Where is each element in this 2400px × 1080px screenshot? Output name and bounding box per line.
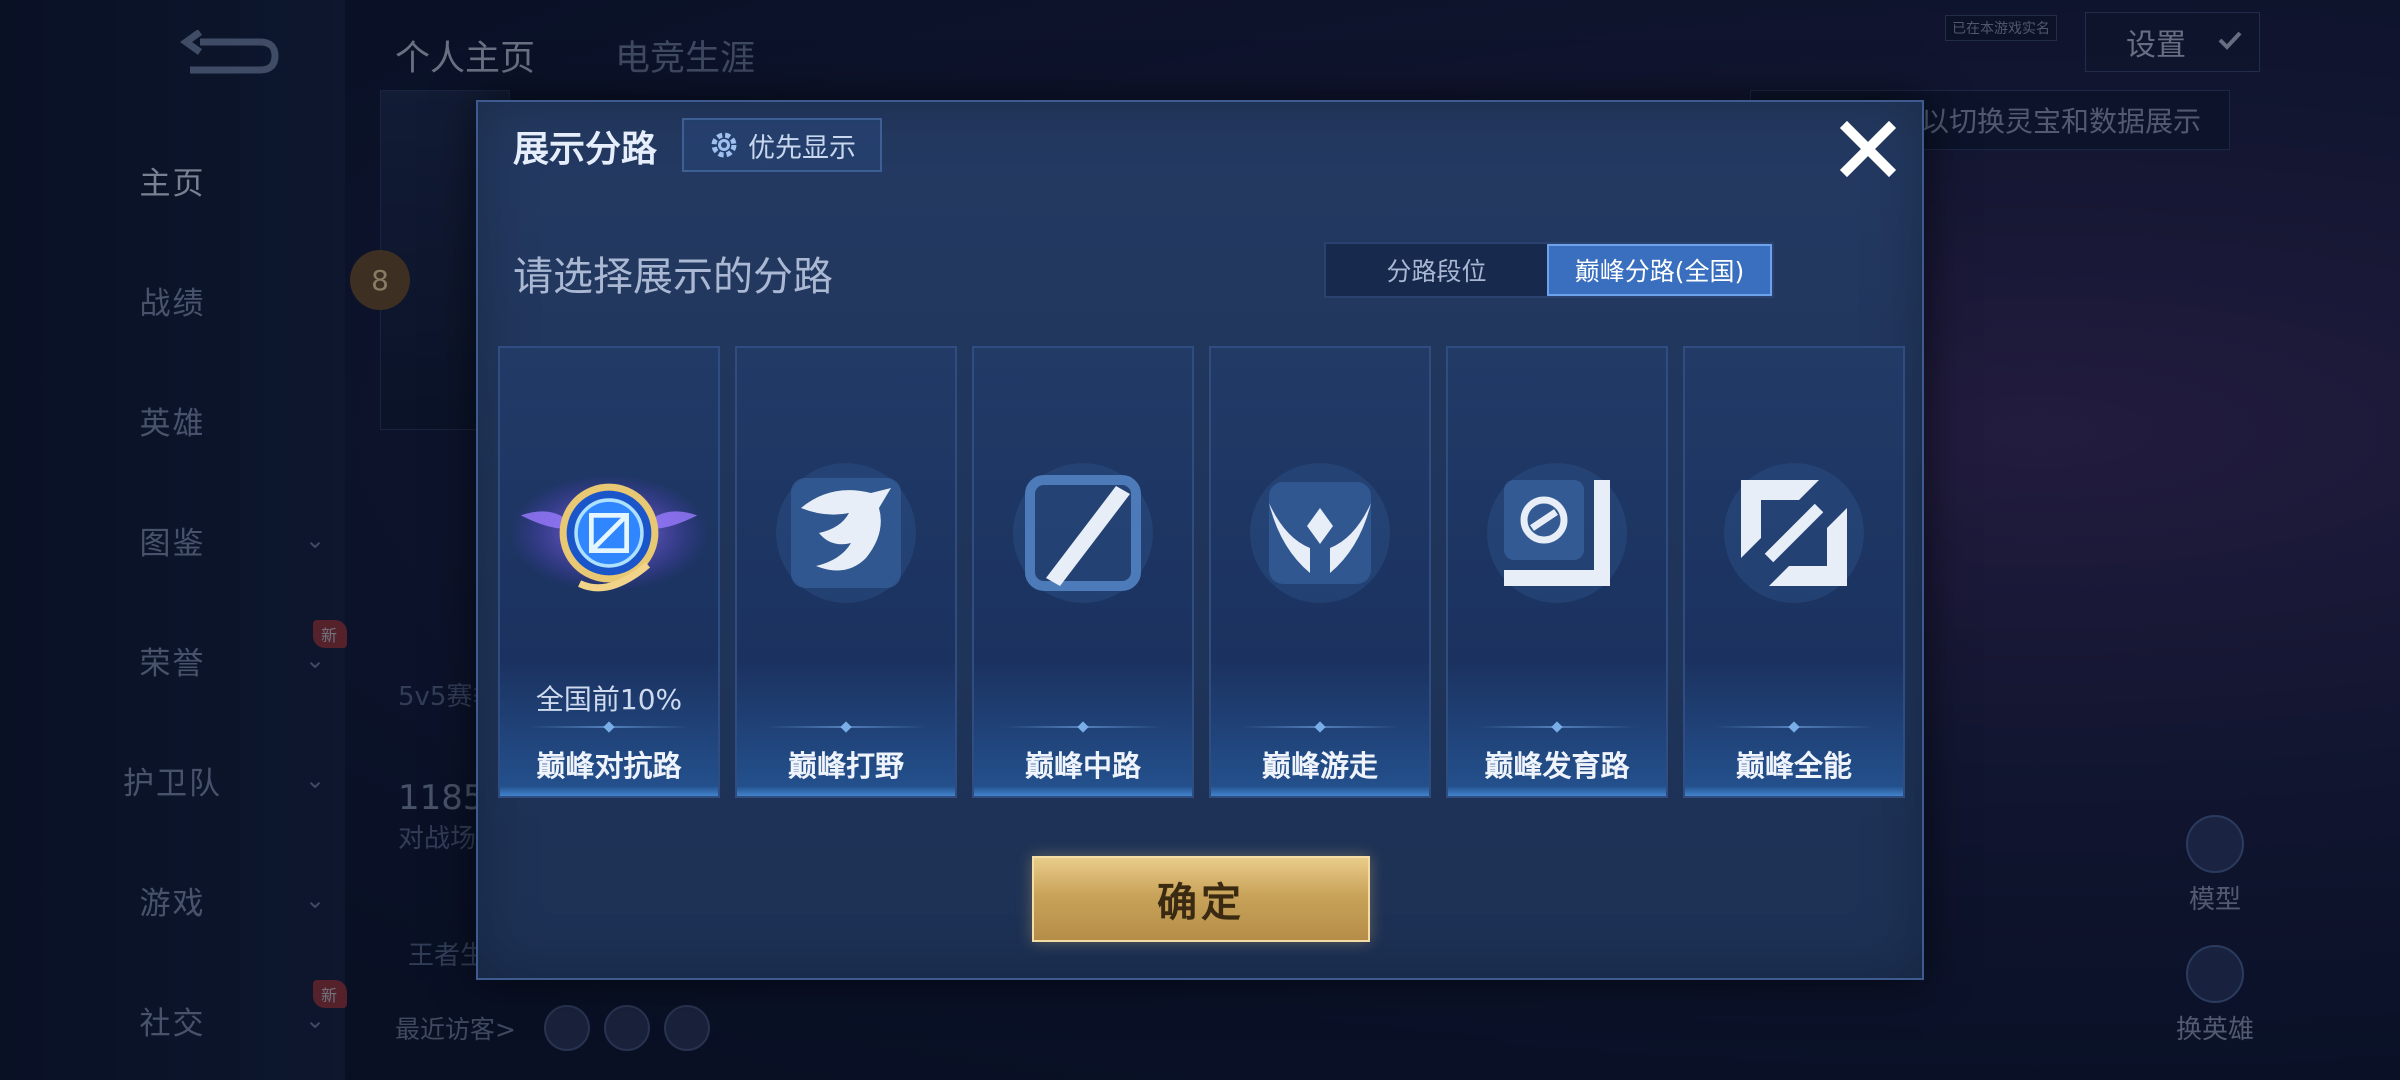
priority-display-button[interactable]: 优先显示: [682, 118, 882, 172]
card-divider: [1715, 726, 1873, 728]
lane-display-dialog: 展示分路 优先显示 请选择展示的分路 分路段位 巅峰分路(全国) 全国前10% …: [476, 100, 1924, 980]
card-divider: [530, 726, 688, 728]
lane-card-list: 全国前10% 巅峰对抗路 巅峰打野 巅峰中路 巅峰游走 巅峰发育路 巅峰全能: [498, 346, 1905, 798]
lane-card-all-round[interactable]: 巅峰全能: [1683, 346, 1905, 798]
priority-label: 优先显示: [748, 132, 856, 164]
farm-lane-icon: [1487, 463, 1627, 603]
lane-rank-text: 全国前10%: [535, 683, 683, 716]
lane-name: 巅峰发育路: [1484, 749, 1630, 783]
lane-name: 巅峰游走: [1261, 749, 1378, 783]
lane-mode-toggle: 分路段位 巅峰分路(全国): [1324, 242, 1774, 298]
lane-card-jungle[interactable]: 巅峰打野: [735, 346, 957, 798]
lane-name: 巅峰对抗路: [536, 749, 682, 783]
roam-wings-icon: [1250, 463, 1390, 603]
lane-card-roam[interactable]: 巅峰游走: [1209, 346, 1431, 798]
dialog-title: 展示分路: [513, 129, 658, 170]
gear-icon: [711, 132, 737, 158]
confirm-button[interactable]: 确定: [1032, 856, 1370, 942]
clash-lane-emblem-icon: [509, 474, 709, 592]
card-divider: [1241, 726, 1399, 728]
tab-lane-rank[interactable]: 分路段位: [1326, 244, 1547, 296]
card-divider: [1478, 726, 1636, 728]
close-icon[interactable]: [1833, 114, 1903, 184]
all-round-icon: [1724, 463, 1864, 603]
tab-peak-lane-national[interactable]: 巅峰分路(全国): [1547, 244, 1772, 296]
jungle-dragon-icon: [776, 463, 916, 603]
lane-name: 巅峰打野: [787, 749, 904, 783]
card-divider: [767, 726, 925, 728]
card-divider: [1004, 726, 1162, 728]
select-prompt: 请选择展示的分路: [513, 254, 833, 300]
mid-lane-slash-icon: [1013, 463, 1153, 603]
lane-name: 巅峰全能: [1735, 749, 1852, 783]
lane-name: 巅峰中路: [1024, 749, 1141, 783]
lane-card-clash[interactable]: 全国前10% 巅峰对抗路: [498, 346, 720, 798]
lane-card-farm[interactable]: 巅峰发育路: [1446, 346, 1668, 798]
lane-card-mid[interactable]: 巅峰中路: [972, 346, 1194, 798]
